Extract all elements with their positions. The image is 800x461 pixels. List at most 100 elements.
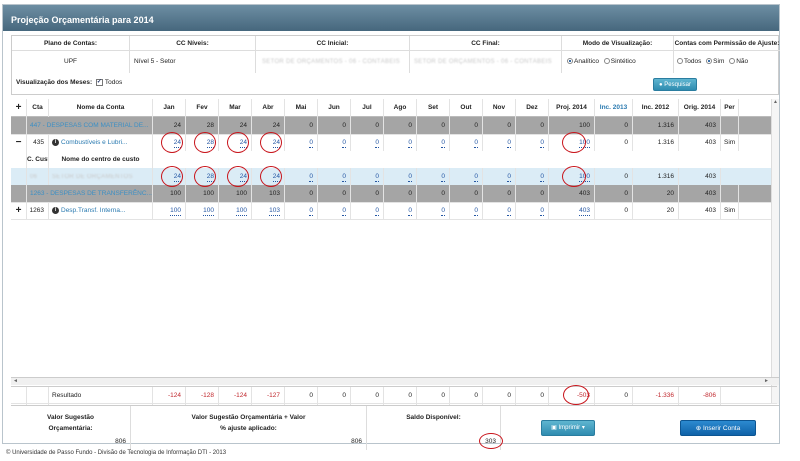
month-value[interactable]: 100: [203, 206, 214, 216]
col-header-jul[interactable]: Jul: [351, 99, 384, 117]
analitico-radio[interactable]: [567, 58, 573, 65]
month-value[interactable]: 0: [540, 138, 544, 148]
month-set[interactable]: 0: [417, 202, 450, 220]
col-header-out[interactable]: Out: [450, 99, 483, 117]
month-value[interactable]: 0: [375, 206, 379, 216]
scroll-right-icon[interactable]: ►: [764, 378, 769, 384]
month-value[interactable]: 24: [173, 172, 181, 182]
niveis-select[interactable]: Nível 5 - Setor: [130, 51, 256, 73]
month-value[interactable]: 0: [309, 172, 313, 182]
meses-checkbox[interactable]: ✓: [95, 79, 103, 86]
horizontal-scrollbar[interactable]: ◄ ►: [11, 377, 779, 385]
month-fev[interactable]: 28: [186, 168, 219, 186]
imprimir-button[interactable]: ▣ Imprimir ▾: [541, 420, 595, 436]
col-header-proj-2014[interactable]: Proj. 2014: [549, 99, 595, 117]
month-value[interactable]: 0: [309, 206, 313, 216]
month-jun[interactable]: 0: [318, 202, 351, 220]
month-dez[interactable]: 0: [516, 202, 549, 220]
month-nov[interactable]: 0: [483, 202, 516, 220]
month-value[interactable]: 24: [272, 138, 280, 148]
month-jan[interactable]: 100: [153, 202, 186, 220]
row-toggle-button[interactable]: +: [11, 202, 27, 220]
month-mai[interactable]: 0: [285, 168, 318, 186]
col-header-orig-2014[interactable]: Orig. 2014: [679, 99, 721, 117]
account-name-link[interactable]: Combustíveis e Lubri...: [61, 139, 127, 146]
col-header-abr[interactable]: Abr: [252, 99, 285, 117]
info-icon[interactable]: i: [52, 138, 59, 146]
scroll-up-icon[interactable]: ▲: [772, 99, 779, 105]
account-name[interactable]: i Combustíveis e Lubri...: [49, 134, 153, 152]
month-value[interactable]: 0: [540, 172, 544, 182]
group-name[interactable]: 447 - DESPESAS COM MATERIAL DE...: [27, 117, 153, 135]
month-mar[interactable]: 24: [219, 168, 252, 186]
month-value[interactable]: 0: [507, 206, 511, 216]
month-mar[interactable]: 24: [219, 134, 252, 152]
month-value[interactable]: 0: [474, 138, 478, 148]
sim-radio[interactable]: [706, 58, 713, 65]
month-value[interactable]: 0: [441, 138, 445, 148]
proj-2014[interactable]: 100: [549, 168, 595, 186]
todos-radio[interactable]: [677, 58, 683, 65]
month-dez[interactable]: 0: [516, 134, 549, 152]
month-value[interactable]: 28: [206, 172, 214, 182]
pesquisar-button[interactable]: ● Pesquisar: [653, 78, 697, 91]
month-nov[interactable]: 0: [483, 168, 516, 186]
col-header-nov[interactable]: Nov: [483, 99, 516, 117]
month-value[interactable]: 0: [408, 172, 412, 182]
month-value[interactable]: 0: [408, 138, 412, 148]
col-header-dez[interactable]: Dez: [516, 99, 549, 117]
proj-2014-value[interactable]: 100: [579, 172, 590, 182]
month-value[interactable]: 100: [170, 206, 181, 216]
group-name[interactable]: 1263 - DESPESAS DE TRANSFERÊNC...: [27, 185, 153, 203]
month-value[interactable]: 0: [441, 172, 445, 182]
month-value[interactable]: 0: [408, 206, 412, 216]
month-jan[interactable]: 24: [153, 168, 186, 186]
month-jul[interactable]: 0: [351, 168, 384, 186]
month-jan[interactable]: 24: [153, 134, 186, 152]
col-header-inc-2013[interactable]: Inc. 2013: [595, 99, 633, 117]
col-header-jan[interactable]: Jan: [153, 99, 186, 117]
col-header-mai[interactable]: Mai: [285, 99, 318, 117]
month-value[interactable]: 0: [474, 206, 478, 216]
nao-radio[interactable]: [729, 58, 736, 65]
month-abr[interactable]: 24: [252, 168, 285, 186]
proj-2014-value[interactable]: 100: [579, 138, 590, 148]
col-header-fev[interactable]: Fev: [186, 99, 219, 117]
month-out[interactable]: 0: [450, 202, 483, 220]
sintetico-radio[interactable]: [603, 58, 610, 65]
month-jun[interactable]: 0: [318, 134, 351, 152]
col-header-inc-2012[interactable]: Inc. 2012: [633, 99, 679, 117]
month-dez[interactable]: 0: [516, 168, 549, 186]
month-jul[interactable]: 0: [351, 202, 384, 220]
col-header-set[interactable]: Set: [417, 99, 450, 117]
month-value[interactable]: 0: [309, 138, 313, 148]
month-out[interactable]: 0: [450, 134, 483, 152]
month-value[interactable]: 0: [441, 206, 445, 216]
month-fev[interactable]: 28: [186, 134, 219, 152]
vertical-scrollbar[interactable]: ▲: [771, 99, 779, 404]
month-nov[interactable]: 0: [483, 134, 516, 152]
month-ago[interactable]: 0: [384, 134, 417, 152]
month-mai[interactable]: 0: [285, 134, 318, 152]
month-abr[interactable]: 103: [252, 202, 285, 220]
month-value[interactable]: 28: [206, 138, 214, 148]
scroll-left-icon[interactable]: ◄: [13, 378, 18, 384]
month-ago[interactable]: 0: [384, 168, 417, 186]
month-value[interactable]: 0: [375, 172, 379, 182]
expand-all-button[interactable]: +: [11, 99, 27, 117]
month-value[interactable]: 0: [342, 206, 346, 216]
month-jul[interactable]: 0: [351, 134, 384, 152]
proj-2014[interactable]: 100: [549, 134, 595, 152]
month-value[interactable]: 24: [272, 172, 280, 182]
month-value[interactable]: 0: [507, 172, 511, 182]
col-header-nome-da-conta[interactable]: Nome da Conta: [49, 99, 153, 117]
month-ago[interactable]: 0: [384, 202, 417, 220]
account-name[interactable]: i Desp.Transf. Interna...: [49, 202, 153, 220]
col-header-mar[interactable]: Mar: [219, 99, 252, 117]
inicial-select[interactable]: SETOR DE ORÇAMENTOS - 06 - CONTÁBEIS: [256, 51, 410, 73]
account-name-link[interactable]: Desp.Transf. Interna...: [61, 207, 125, 214]
month-value[interactable]: 0: [375, 138, 379, 148]
month-jun[interactable]: 0: [318, 168, 351, 186]
month-value[interactable]: 0: [342, 172, 346, 182]
plano-select[interactable]: UPF: [12, 51, 130, 73]
